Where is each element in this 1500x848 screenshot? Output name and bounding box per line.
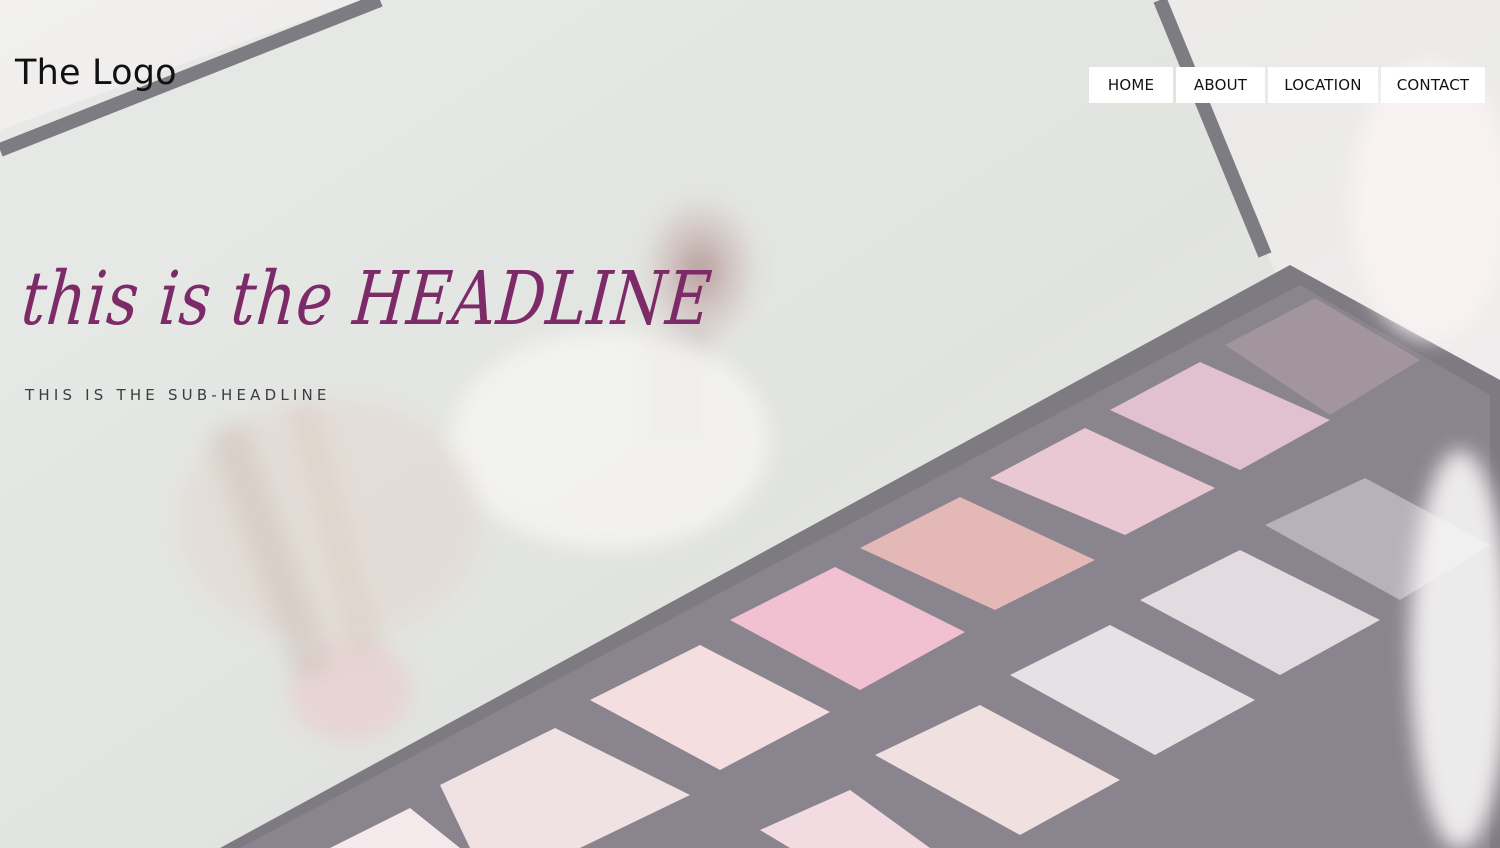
hero-headline: this is the HEADLINE (18, 256, 716, 342)
main-nav: HOME ABOUT LOCATION CONTACT (1089, 67, 1485, 103)
page: The Logo HOME ABOUT LOCATION CONTACT thi… (0, 0, 1500, 848)
hero-subheadline: THIS IS THE SUB-HEADLINE (25, 386, 331, 404)
nav-home-link[interactable]: HOME (1089, 67, 1173, 103)
nav-location-link[interactable]: LOCATION (1268, 67, 1378, 103)
site-logo[interactable]: The Logo (15, 56, 177, 91)
nav-about-link[interactable]: ABOUT (1176, 67, 1265, 103)
nav-contact-link[interactable]: CONTACT (1381, 67, 1485, 103)
hero-background-image (0, 0, 1500, 848)
